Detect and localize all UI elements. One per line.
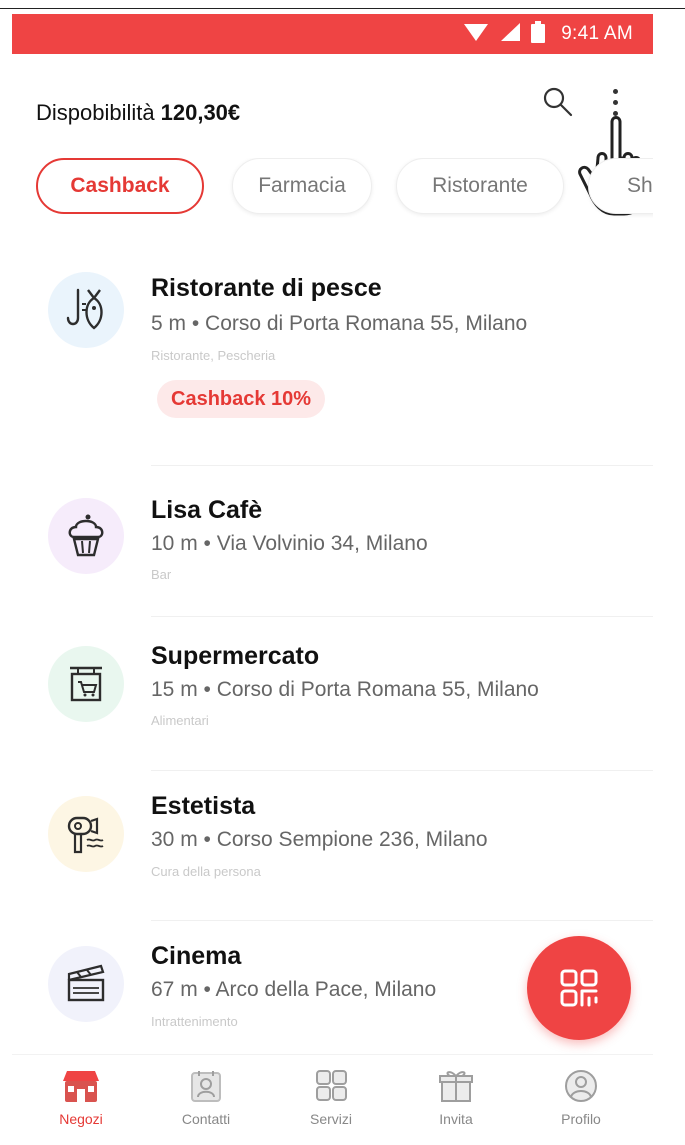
status-bar: 9:41 AM xyxy=(12,14,653,54)
nav-invita[interactable]: Invita xyxy=(401,1069,511,1145)
tab-shopping[interactable]: Sho xyxy=(588,158,653,214)
hair-dryer-icon xyxy=(48,796,124,872)
store-category: Ristorante, Pescheria xyxy=(151,348,276,363)
tab-ristorante[interactable]: Ristorante xyxy=(396,158,564,214)
nav-profilo[interactable]: Profilo xyxy=(526,1069,636,1145)
list-item[interactable]: Ristorante di pesce 5 m • Corso di Porta… xyxy=(12,244,653,470)
divider xyxy=(151,616,653,617)
store-title: Lisa Cafè xyxy=(151,496,263,524)
fish-icon xyxy=(48,272,124,348)
category-tabs: Cashback Farmacia Ristorante Sho xyxy=(12,158,653,218)
store-address: 30 m • Corso Sempione 236, Milano xyxy=(151,828,488,851)
contacts-icon xyxy=(191,1071,221,1102)
store-title: Estetista xyxy=(151,792,256,820)
nav-label: Profilo xyxy=(561,1111,601,1127)
divider xyxy=(151,920,653,921)
nav-label: Negozi xyxy=(59,1111,103,1127)
divider xyxy=(151,770,653,771)
search-icon xyxy=(543,87,573,117)
nav-servizi[interactable]: Servizi xyxy=(276,1069,386,1145)
more-vert-icon xyxy=(612,88,618,94)
store-category: Bar xyxy=(151,567,172,582)
nav-contatti[interactable]: Contatti xyxy=(151,1069,261,1145)
balance-label: Dispobibilità xyxy=(36,100,155,125)
store-category: Cura della persona xyxy=(151,864,261,879)
status-time: 9:41 AM xyxy=(561,23,633,44)
app-header: Dispobibilità 120,30€ xyxy=(12,54,653,216)
cashback-badge: Cashback 10% xyxy=(157,380,326,418)
wifi-icon xyxy=(463,22,489,47)
gift-icon xyxy=(439,1071,473,1102)
bottom-navigation: Negozi Contatti Servizi Invita Profilo xyxy=(12,1054,653,1145)
tab-cashback[interactable]: Cashback xyxy=(36,158,204,214)
phone-screen: 9:41 AM Dispobibilità 120,30€ Cashback Fa… xyxy=(12,14,653,1145)
nav-label: Contatti xyxy=(181,1111,231,1127)
store-address: 67 m • Arco della Pace, Milano xyxy=(151,978,437,1001)
divider xyxy=(151,465,653,466)
clapperboard-icon xyxy=(48,946,124,1022)
signal-icon xyxy=(499,22,521,47)
store-icon xyxy=(63,1071,99,1102)
store-title: Ristorante di pesce xyxy=(151,274,382,302)
store-title: Cinema xyxy=(151,942,242,970)
search-button[interactable] xyxy=(540,84,576,120)
store-address: 10 m • Via Volvinio 34, Milano xyxy=(151,532,428,555)
nav-label: Servizi xyxy=(309,1111,352,1127)
store-address: 15 m • Corso di Porta Romana 55, Milano xyxy=(151,678,539,701)
store-category: Alimentari xyxy=(151,713,209,728)
battery-icon xyxy=(531,20,546,48)
list-item[interactable]: Estetista 30 m • Corso Sempione 236, Mil… xyxy=(12,774,653,924)
status-icons: 9:41 AM xyxy=(463,14,633,54)
shop-sign-icon xyxy=(48,646,124,722)
store-address: 5 m • Corso di Porta Romana 55, Milano xyxy=(151,312,528,335)
list-item[interactable]: Supermercato 15 m • Corso di Porta Roman… xyxy=(12,620,653,774)
grid-icon xyxy=(316,1070,347,1101)
tab-farmacia[interactable]: Farmacia xyxy=(232,158,372,214)
profile-icon xyxy=(565,1070,597,1102)
cupcake-icon xyxy=(48,498,124,574)
qr-code-icon xyxy=(560,969,598,1007)
list-item[interactable]: Lisa Cafè 10 m • Via Volvinio 34, Milano… xyxy=(12,470,653,620)
store-category: Intrattenimento xyxy=(151,1014,238,1029)
qr-scan-button[interactable] xyxy=(527,936,631,1040)
nav-label: Invita xyxy=(439,1111,473,1127)
balance-value: 120,30€ xyxy=(160,100,241,125)
store-title: Supermercato xyxy=(151,642,320,670)
top-divider-line xyxy=(0,8,685,9)
balance-display: Dispobibilità 120,30€ xyxy=(36,100,240,126)
nav-negozi[interactable]: Negozi xyxy=(26,1069,136,1145)
